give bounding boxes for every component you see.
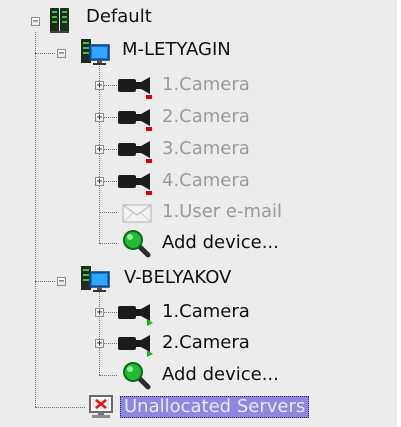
- camera-icon: [116, 137, 154, 167]
- tree-node-label: 1.User e-mail: [162, 201, 283, 222]
- tree-node-label: M-LETYAGIN: [122, 39, 231, 60]
- camera-icon: [116, 331, 154, 361]
- tree-node-label: 4.Camera: [162, 170, 250, 191]
- tree-node-label: 3.Camera: [162, 138, 250, 159]
- magnifier-add-icon: [120, 228, 152, 262]
- expand-toggle[interactable]: +: [95, 145, 104, 155]
- expand-toggle[interactable]: +: [95, 81, 104, 91]
- tree-node-label: 2.Camera: [162, 332, 250, 353]
- tree-guide: [99, 243, 117, 244]
- tree-node-label: 1.Camera: [162, 74, 250, 95]
- expand-toggle[interactable]: +: [95, 339, 104, 349]
- tree-node-label: Default: [86, 6, 152, 27]
- device-tree: − Default − M-LETYAGIN + 1.Camera + 2.Ca…: [0, 0, 397, 427]
- camera-icon: [116, 169, 154, 199]
- collapse-toggle[interactable]: −: [57, 49, 66, 59]
- expand-toggle[interactable]: +: [95, 177, 104, 187]
- server-computer-icon: [79, 263, 113, 299]
- tree-guide: [99, 212, 117, 213]
- collapse-toggle[interactable]: −: [31, 17, 40, 27]
- server-error-icon: [86, 394, 118, 426]
- server-rack-icon: [49, 7, 77, 38]
- expand-toggle[interactable]: +: [95, 308, 104, 318]
- camera-icon: [116, 73, 154, 103]
- tree-node-label: Add device...: [162, 232, 279, 253]
- envelope-icon: [121, 202, 155, 228]
- tree-node-label: 2.Camera: [162, 106, 250, 127]
- panel-edge: [397, 0, 401, 427]
- tree-guide-server2-children: [99, 292, 100, 375]
- tree-guide-server1: [35, 53, 55, 54]
- collapse-toggle[interactable]: −: [57, 277, 66, 287]
- tree-guide-server2: [35, 281, 55, 282]
- tree-node-label: Add device...: [162, 364, 279, 385]
- tree-node-label: Unallocated Servers: [120, 396, 310, 418]
- tree-node-label: 1.Camera: [162, 301, 250, 322]
- tree-guide: [99, 375, 117, 376]
- magnifier-add-icon: [120, 360, 152, 394]
- expand-toggle[interactable]: +: [95, 113, 104, 123]
- camera-icon: [116, 105, 154, 135]
- server-computer-icon: [79, 36, 113, 72]
- tree-guide-unallocated: [35, 407, 85, 408]
- tree-node-label: V-BELYAKOV: [124, 267, 232, 288]
- camera-icon: [116, 300, 154, 330]
- tree-guide-root: [35, 32, 36, 407]
